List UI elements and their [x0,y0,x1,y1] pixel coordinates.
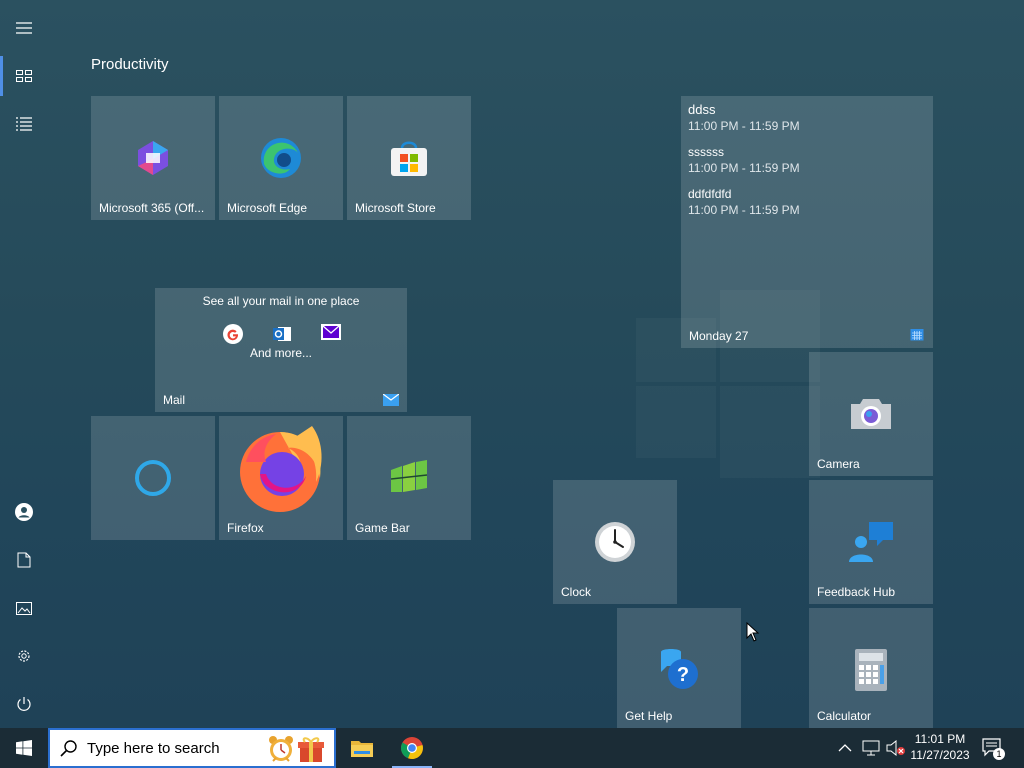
firefox-icon [240,426,322,512]
tile-microsoft-store[interactable]: Microsoft Store [347,96,471,220]
power-button[interactable] [0,680,48,728]
notification-badge: 1 [993,748,1005,760]
mail-more: And more... [249,346,313,360]
taskbar-search-box[interactable]: Type here to search [48,728,336,768]
gear-icon [18,650,30,662]
tile-camera[interactable]: Camera [809,352,933,476]
store-icon [391,141,427,176]
mail-headline: See all your mail in one place [202,294,360,308]
calendar-icon [910,329,924,341]
calendar-event: ddfdfdfd 11:00 PM - 11:59 PM [688,187,925,217]
tile-game-bar[interactable]: Game Bar [347,416,471,540]
tile-label: Camera [817,457,860,471]
network-button[interactable] [862,740,880,761]
tile-label: Get Help [625,709,673,723]
tile-label: Clock [561,585,592,599]
taskbar-clock[interactable]: 11:01 PM 11/27/2023 [904,731,976,763]
svg-text:?: ? [677,664,689,686]
get-help-icon: ? [661,649,698,689]
yahoo-mail-icon [321,324,341,340]
user-icon [15,503,33,521]
tile-label: Calculator [817,709,872,723]
feedback-hub-icon [849,522,893,562]
edge-icon [261,138,301,178]
folder-icon [351,741,373,757]
game-bar-icon [390,460,428,492]
pictures-button[interactable] [0,584,48,632]
calendar-event-time: 11:00 PM - 11:59 PM [688,203,800,217]
tile-firefox[interactable]: Firefox [219,416,343,540]
start-button[interactable] [0,728,48,768]
tile-mail[interactable]: See all your mail in one place And more.… [155,288,407,412]
cortana-icon [135,460,171,496]
calendar-day-label: Monday 27 [689,329,749,343]
user-account-button[interactable] [0,488,48,536]
gift-icon [298,737,324,762]
tile-label: Feedback Hub [817,585,896,599]
tile-label: Microsoft Edge [227,201,308,215]
volume-button[interactable] [886,739,906,761]
tile-calendar[interactable]: ddss 11:00 PM - 11:59 PM ssssss 11:00 PM… [681,96,933,348]
tile-label: Mail [163,393,186,407]
outlook-icon [273,327,291,341]
tile-label: Microsoft 365 (Off... [99,201,205,215]
show-hidden-icons-button[interactable] [838,740,852,758]
calendar-event-time: 11:00 PM - 11:59 PM [688,119,800,133]
windows-logo-icon [16,740,32,756]
tile-label: Game Bar [355,521,410,535]
start-rail [0,0,48,728]
network-icon [862,740,880,756]
calculator-icon [855,649,887,691]
list-icon [16,117,32,131]
calendar-event-title: ddfdfdfd [688,187,732,201]
power-icon [17,697,31,711]
camera-icon [851,399,891,429]
alarm-clock-icon [269,736,293,762]
google-icon [223,324,243,344]
tile-clock[interactable]: Clock [553,480,677,604]
menu-button[interactable] [0,4,48,52]
tile-calculator[interactable]: Calculator [809,608,933,728]
start-menu: Productivity Microsoft 365 (Off... Micro… [0,0,1024,728]
mouse-cursor [746,622,760,642]
hamburger-icon [16,22,32,34]
wallpaper-logo-pane [636,386,716,458]
chrome-icon [400,737,423,760]
tile-microsoft-365[interactable]: Microsoft 365 (Off... [91,96,215,220]
chevron-up-icon [838,744,852,752]
mail-icon [383,394,399,406]
calendar-event: ddss 11:00 PM - 11:59 PM [688,102,925,133]
calendar-event-title: ssssss [688,145,724,159]
microsoft-365-icon [138,141,168,175]
tile-microsoft-edge[interactable]: Microsoft Edge [219,96,343,220]
taskbar-date: 11/27/2023 [910,748,970,762]
search-icon [60,740,77,757]
search-placeholder: Type here to search [87,740,220,757]
calendar-event-time: 11:00 PM - 11:59 PM [688,161,800,175]
calendar-event-title: ddss [688,102,716,117]
document-icon [17,552,31,568]
all-apps-button[interactable] [0,100,48,148]
wallpaper-logo-pane [720,386,820,478]
calendar-event: ssssss 11:00 PM - 11:59 PM [688,145,925,175]
clock-icon [595,522,635,562]
tile-label: Firefox [227,521,264,535]
taskbar-file-explorer[interactable] [338,728,386,768]
tile-cortana[interactable] [91,416,215,540]
group-title: Productivity [91,56,169,73]
taskbar-chrome[interactable] [388,728,436,768]
tiles-icon [16,70,32,82]
action-center-button[interactable]: 1 [982,738,1005,765]
taskbar-time: 11:01 PM [914,732,966,746]
tile-get-help[interactable]: ? Get Help [617,608,741,728]
tile-label: Microsoft Store [355,201,436,215]
documents-button[interactable] [0,536,48,584]
tile-feedback-hub[interactable]: Feedback Hub [809,480,933,604]
pinned-tiles-button[interactable] [0,52,48,100]
taskbar: Type here to search 11:01 PM 11/27/2023 … [0,728,1024,768]
volume-muted-icon [886,739,905,757]
picture-icon [16,601,32,615]
settings-button[interactable] [0,632,48,680]
